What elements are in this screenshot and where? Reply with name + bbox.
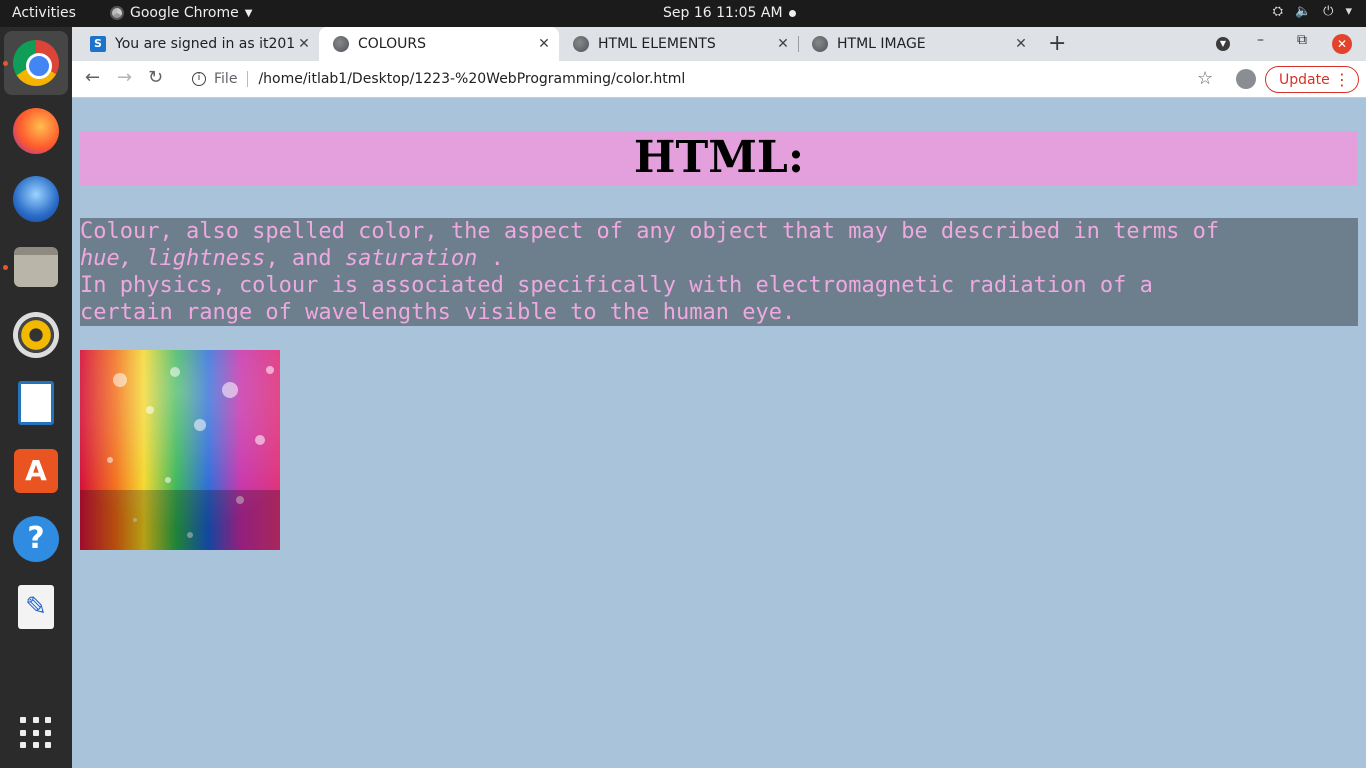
para-text: , and [265, 246, 345, 271]
restore-button[interactable]: ⧉ [1297, 32, 1307, 48]
network-icon: ⛭ [1272, 4, 1283, 19]
site-favicon-icon: S [90, 36, 106, 52]
tab-label: You are signed in as it201 [115, 36, 295, 52]
chrome-icon [13, 40, 59, 86]
chevron-down-icon: ▾ [1345, 4, 1352, 19]
rhythmbox-icon [13, 312, 59, 358]
browser-window: S You are signed in as it201 ✕ COLOURS ✕… [72, 27, 1366, 768]
page-heading: HTML: [80, 131, 1358, 185]
url-scheme: File [214, 71, 238, 87]
window-close-button[interactable]: ✕ [1332, 34, 1352, 54]
running-indicator [3, 61, 8, 66]
show-applications-icon[interactable] [20, 717, 52, 749]
globe-icon [573, 36, 589, 52]
dock-chrome[interactable] [4, 31, 68, 95]
chrome-app-icon [110, 6, 124, 20]
address-bar[interactable]: i File /home/itlab1/Desktop/1223-%20WebP… [180, 65, 1220, 93]
globe-icon [812, 36, 828, 52]
writer-icon [18, 381, 54, 425]
tab-signed-in[interactable]: S You are signed in as it201 ✕ [76, 27, 320, 61]
dock-software[interactable]: A [4, 439, 68, 503]
bookmark-star-icon[interactable]: ☆ [1197, 68, 1213, 89]
colour-paragraph: Colour, also spelled color, the aspect o… [80, 218, 1358, 326]
power-icon: ⏻ [1323, 4, 1334, 19]
update-label: Update [1279, 71, 1330, 88]
update-button[interactable]: Update ⋮ [1265, 66, 1359, 93]
system-top-bar: Activities Google Chrome ▼ Sep 16 11:05 … [0, 0, 1366, 27]
system-tray[interactable]: ⛭ 🔈 ⏻ ▾ [1273, 4, 1352, 19]
tab-label: HTML IMAGE [837, 36, 926, 52]
para-italic: saturation [344, 246, 478, 271]
forward-button[interactable]: → [117, 67, 132, 88]
dock-writer[interactable] [4, 371, 68, 435]
dock-rhythmbox[interactable] [4, 303, 68, 367]
app-menu[interactable]: Google Chrome ▼ [110, 5, 252, 21]
chevron-down-icon: ▼ [244, 7, 253, 19]
tab-label: HTML ELEMENTS [598, 36, 716, 52]
para-line: certain range of wavelengths visible to … [80, 300, 796, 325]
browser-toolbar: ← → ↻ i File /home/itlab1/Desktop/1223-%… [72, 61, 1366, 98]
para-line: Colour, also spelled color, the aspect o… [80, 219, 1220, 244]
divider [247, 71, 249, 87]
reload-button[interactable]: ↻ [148, 67, 163, 88]
app-menu-label: Google Chrome [130, 5, 239, 21]
globe-icon [333, 36, 349, 52]
software-store-icon: A [14, 449, 58, 493]
kebab-menu-icon[interactable]: ⋮ [1334, 70, 1350, 89]
close-icon[interactable]: ✕ [295, 36, 313, 52]
help-icon: ? [13, 516, 59, 562]
running-indicator [3, 265, 8, 270]
firefox-icon [13, 108, 59, 154]
notification-dot [789, 10, 796, 17]
dock-thunderbird[interactable] [4, 167, 68, 231]
dock-help[interactable]: ? [4, 507, 68, 571]
tab-html-image[interactable]: HTML IMAGE ✕ [798, 27, 1036, 61]
tab-search-icon[interactable]: ▼ [1216, 37, 1230, 51]
para-text: . [477, 246, 504, 271]
close-icon[interactable]: ✕ [774, 36, 792, 52]
url-text[interactable]: /home/itlab1/Desktop/1223-%20WebProgramm… [258, 71, 685, 87]
tab-label: COLOURS [358, 36, 426, 52]
tab-strip: S You are signed in as it201 ✕ COLOURS ✕… [72, 27, 1366, 61]
thunderbird-icon [13, 176, 59, 222]
para-italic: hue, lightness [80, 246, 266, 271]
new-tab-button[interactable]: + [1048, 31, 1066, 56]
profile-avatar[interactable] [1236, 69, 1256, 89]
rainbow-glitter-image [80, 350, 280, 550]
info-icon[interactable]: i [192, 72, 206, 86]
back-button[interactable]: ← [85, 67, 100, 88]
text-editor-icon: ✎ [18, 585, 54, 629]
close-icon[interactable]: ✕ [1012, 36, 1030, 52]
tab-colours[interactable]: COLOURS ✕ [319, 27, 559, 61]
activities-button[interactable]: Activities [12, 5, 76, 21]
page-viewport: HTML: Colour, also spelled color, the as… [72, 99, 1366, 768]
dock-files[interactable] [4, 235, 68, 299]
minimize-button[interactable]: – [1257, 32, 1264, 48]
clock[interactable]: Sep 16 11:05 AM [663, 5, 783, 21]
tab-html-elements[interactable]: HTML ELEMENTS ✕ [559, 27, 799, 61]
volume-icon: 🔈 [1294, 4, 1312, 19]
para-line: In physics, colour is associated specifi… [80, 273, 1153, 298]
files-icon [14, 247, 58, 287]
dock-text-editor[interactable]: ✎ [4, 575, 68, 639]
close-icon[interactable]: ✕ [535, 36, 553, 52]
dock-firefox[interactable] [4, 99, 68, 163]
dock: A ? ✎ [0, 27, 72, 768]
